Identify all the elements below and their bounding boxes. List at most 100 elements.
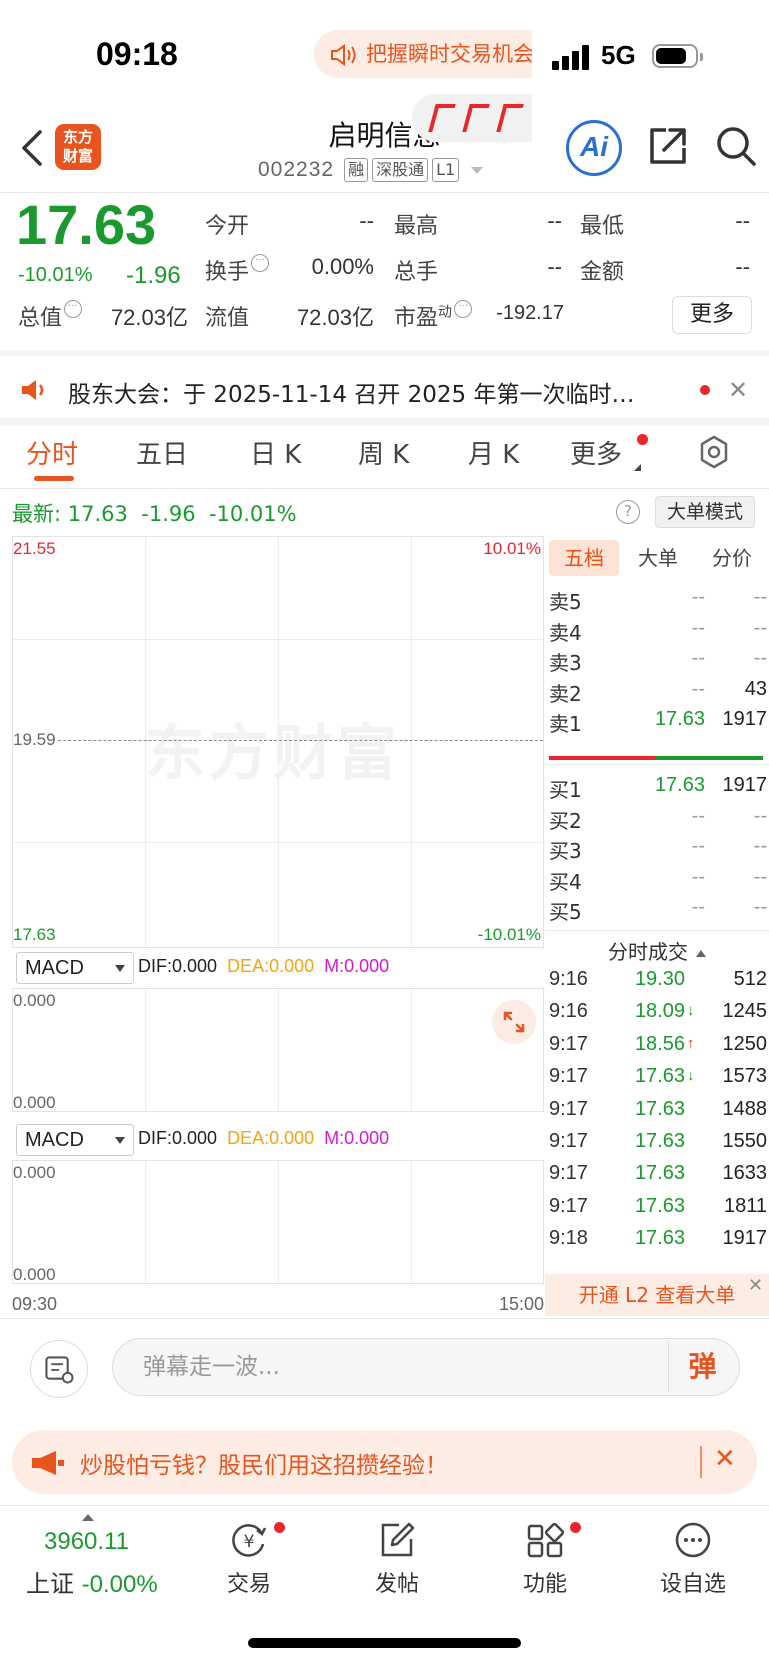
gear-icon[interactable] [696,434,732,470]
search-icon[interactable] [714,124,758,168]
tab-big-orders[interactable]: 大单 [623,540,693,576]
ticks-title[interactable]: 分时成交 [545,936,769,965]
index-change: -0.00% [81,1571,158,1598]
comment-list-icon[interactable] [30,1340,88,1398]
tick-row: 9:17 17.63 1550 [549,1128,767,1162]
notice-bar[interactable]: 股东大会：于 2025-11-14 召开 2025 年第一次临时… ✕ [0,356,769,424]
indicator-y-top: 0.000 [13,1163,56,1182]
nav-add-watchlist[interactable]: 设自选 [638,1520,748,1598]
asks-level-label: 卖1 [549,712,582,737]
tick-row: 9:17 17.63 1488 [549,1096,767,1130]
bids-price: -- [691,835,705,858]
tab-five-day[interactable]: 五日 [136,434,188,471]
divider [0,418,769,426]
stock-header: 东方 财富 启明信息 002232 融 深股通 L1 Ai [0,110,769,192]
big-order-mode-button[interactable]: 大单模式 [655,496,755,528]
separator [700,1446,702,1478]
amount-label: 金额 [580,260,625,285]
asks-price: -- [691,586,705,608]
indicator-y-bottom: 0.000 [13,1093,56,1112]
bids-level-label: 买2 [549,808,582,833]
float-label: 流值 [205,306,250,331]
watermark: 东方财富 [145,719,401,789]
l2-upgrade-button[interactable]: 开通 L2 查看大单 [545,1274,769,1316]
mktcap-value: 72.03亿 [110,305,188,330]
share-icon[interactable] [646,124,690,168]
indicator-values-2: DIF:0.000 DEA:0.000 M:0.000 [138,1128,389,1149]
intraday-chart[interactable]: 东方财富 21.55 19.59 17.63 10.01% -10.01% [12,536,544,948]
tab-monthly-k[interactable]: 月 K [468,434,519,471]
indicator-panel-1[interactable]: 0.000 0.000 [12,988,544,1112]
close-icon[interactable]: ✕ [748,1276,768,1296]
yuan-exchange-icon: ¥ [232,1524,267,1557]
grid-line [278,1161,279,1283]
open-value: -- [359,208,374,233]
tab-five-levels[interactable]: 五档 [549,540,619,576]
pct-axis-top-label: 10.01% [483,539,541,558]
prev-close-line [13,740,543,741]
tick-row: 9:17 17.63 1633 [549,1160,767,1194]
bids-price: -- [691,865,705,888]
asks-price: 17.63 [654,708,705,731]
signal-stripes-badge[interactable] [412,94,532,142]
tick-volume: 1250 [722,1032,768,1055]
close-icon[interactable]: ✕ [714,1444,736,1474]
ai-assistant-button[interactable]: Ai [566,120,622,176]
tab-price-distribution[interactable]: 分价 [697,540,767,576]
tab-more-badge [637,434,648,445]
notification-dot [274,1522,285,1533]
tag-level: L1 [432,158,460,182]
nav-features[interactable]: 功能 [490,1520,600,1598]
turnover-label[interactable]: 换手 ··· [205,254,270,286]
mktcap-label[interactable]: 总值 ··· [18,300,83,332]
caret-up-icon [696,950,706,957]
grid-icon [527,1522,565,1558]
danmu-input[interactable]: 弹幕走一波... [112,1338,740,1396]
tab-daily-k[interactable]: 日 K [250,434,301,471]
close-icon[interactable]: ✕ [728,376,748,404]
expand-icon[interactable] [492,1000,536,1044]
more-button[interactable]: 更多 [672,296,752,334]
tab-weekly-k[interactable]: 周 K [358,434,409,471]
dif-value: DIF:0.000 [138,956,218,976]
grid-line [13,842,543,843]
stock-code: 002232 [258,158,335,181]
indicator-panel-2[interactable]: 0.000 0.000 [12,1160,544,1284]
tick-volume: 512 [733,968,767,990]
help-icon[interactable]: ? [616,500,640,524]
promo-banner[interactable]: 炒股怕亏钱？股民们用这招攒经验！ ✕ [12,1430,757,1494]
latest-price: 17.63 [67,502,128,526]
tick-price: 18.56 [634,1032,685,1055]
bids-volume: -- [753,896,767,919]
asks-price: -- [691,616,705,639]
asks-row: 卖2 -- 43 [549,676,767,708]
cellular-signal-icon [552,44,592,70]
stock-subtitle[interactable]: 002232 融 深股通 L1 [258,158,484,182]
tick-time: 9:17 [549,1032,588,1055]
danmu-send-button[interactable]: 弹 [668,1342,736,1392]
pe-dynamic-mark: 动 [438,304,453,321]
low-value: -- [735,208,750,233]
tick-row: 9:18 17.63 1917 [549,1225,767,1259]
arrow-down-icon: ↓ [687,1067,695,1085]
info-icon: ··· [251,254,270,272]
nav-post[interactable]: 发帖 [342,1520,452,1598]
tick-time: 9:18 [549,1227,588,1250]
stripe [462,104,490,132]
bids-volume: -- [753,865,767,888]
comment-bar: 弹幕走一波... 弹 [0,1318,769,1414]
nav-label: 交易 [226,1572,271,1597]
dif-value: DIF:0.000 [138,1128,218,1148]
indicator-name: MACD [25,1129,84,1151]
tick-price: 19.30 [634,968,685,990]
indicator-select-1[interactable]: MACD [16,952,134,984]
caret-up-icon [82,1514,94,1521]
tab-more[interactable]: 更多 [570,434,622,471]
tab-intraday[interactable]: 分时 [26,434,78,471]
nav-trade[interactable]: ¥ 交易 [194,1520,304,1598]
indicator-select-2[interactable]: MACD [16,1124,134,1156]
bids-price: 17.63 [654,774,705,796]
pe-label[interactable]: 市盈动 ··· [394,300,473,332]
svg-text:¥: ¥ [244,1532,255,1552]
home-indicator [248,1638,521,1648]
